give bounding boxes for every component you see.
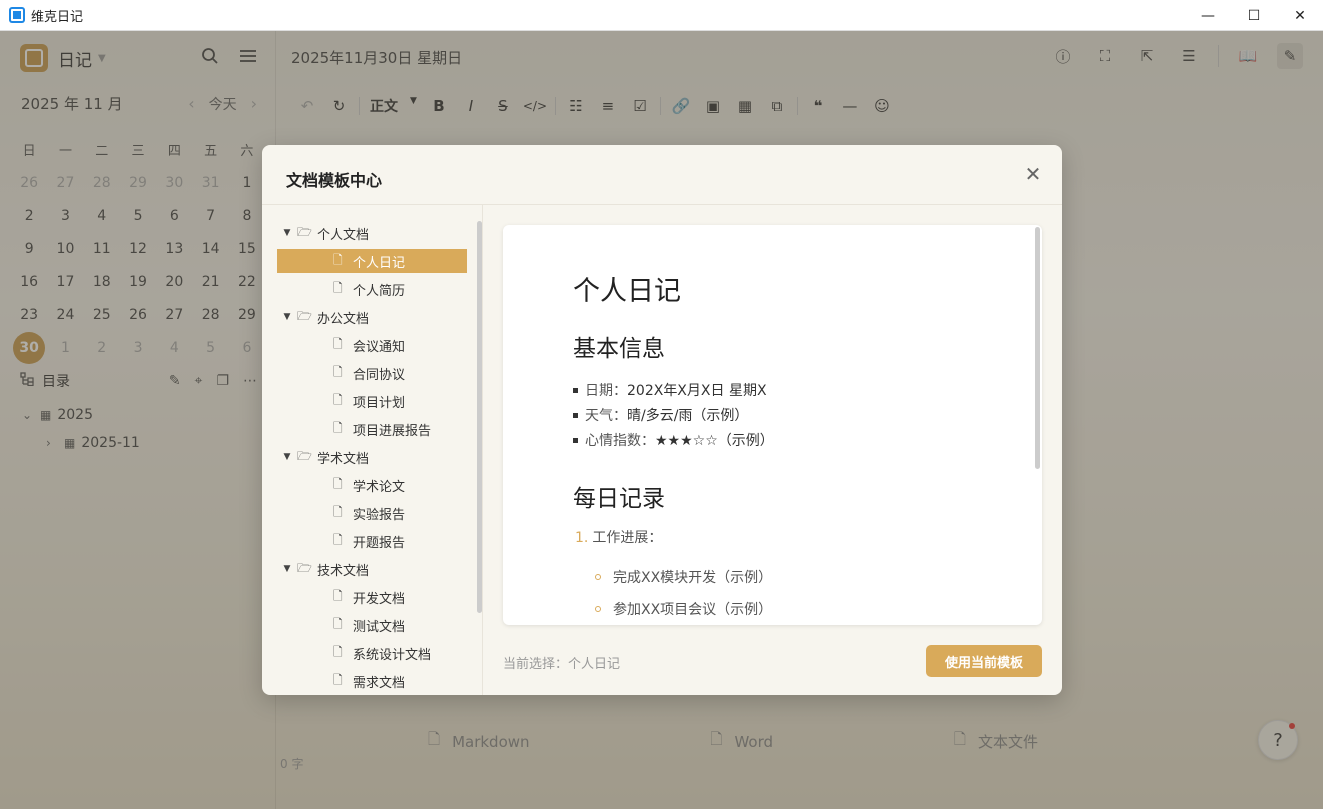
preview-section-heading: 每日记录 [573,486,665,512]
file-icon: 🗋 [333,280,343,295]
preview-item-label: 心情指数： [585,433,655,449]
preview-item-label: 天气： [585,408,627,424]
preview-title: 个人日记 [573,276,681,307]
ordered-number: 1. [575,530,589,546]
template-item-label: 合同协议 [353,367,406,383]
use-template-button[interactable]: 使用当前模板 [926,645,1042,677]
file-icon: 🗋 [333,672,343,687]
file-icon: 🗋 [333,336,343,351]
template-item-label: 开发文档 [353,591,406,607]
folder-open-icon: 🗁 [297,308,312,323]
circle-bullet-icon [595,574,601,580]
preview-sub-item: 参加XX项目会议（示例） [595,599,772,619]
preview-list-item: 心情指数： ★★★☆☆（示例） [573,430,774,450]
file-icon: 🗋 [333,644,343,659]
minimize-button[interactable]: — [1185,0,1231,31]
template-item-label: 系统设计文档 [353,647,432,663]
folder-open-icon: 🗁 [297,560,312,575]
file-icon: 🗋 [333,476,343,491]
template-item[interactable]: 🗋 实验报告 [277,501,467,525]
template-item-label: 测试文档 [353,619,406,635]
triangle-down-icon[interactable]: ▼ [277,228,297,238]
template-group-label: 个人文档 [317,227,370,243]
template-item[interactable]: 🗋 个人简历 [277,277,467,301]
template-group-label: 学术文档 [317,451,370,467]
selection-value: 个人日记 [568,657,621,672]
template-item[interactable]: 🗋 会议通知 [277,333,467,357]
preview-ordered-item: 1. 工作进展： [575,527,662,547]
template-item-label: 个人简历 [353,283,406,299]
preview-item-value: ★★★☆☆（示例） [655,433,774,449]
maximize-button[interactable]: ☐ [1231,0,1277,31]
template-item[interactable]: 🗋 测试文档 [277,613,467,637]
template-item[interactable]: 🗋 系统设计文档 [277,641,467,665]
close-window-button[interactable]: ✕ [1277,0,1323,31]
preview-item-value: 202X年X月X日 星期X [627,383,767,399]
preview-list-item: 日期： 202X年X月X日 星期X [573,380,767,400]
bullet-icon [573,387,578,393]
preview-item-value: 晴/多云/雨（示例） [627,408,749,424]
bullet-icon [573,412,578,418]
template-item[interactable]: 🗋 开发文档 [277,585,467,609]
file-icon: 🗋 [333,364,343,379]
dialog-title: 文档模板中心 [286,171,383,190]
file-icon: 🗋 [333,504,343,519]
template-group[interactable]: ▼ 🗁 个人文档 [277,221,467,245]
triangle-down-icon[interactable]: ▼ [277,452,297,462]
close-icon[interactable]: ✕ [1022,162,1044,186]
template-preview: 个人日记 基本信息 日期： 202X年X月X日 星期X 天气： 晴/多云/雨（示例）… [503,225,1042,625]
preview-item-label: 参加XX项目会议（示例） [613,602,773,618]
preview-section-heading: 基本信息 [573,336,665,362]
window-controls: — ☐ ✕ [1185,0,1323,31]
window-title: 维克日记 [31,9,84,25]
preview-item-label: 工作进展： [592,530,663,546]
template-item[interactable]: 🗋 合同协议 [277,361,467,385]
template-item[interactable]: 🗋 个人日记 [277,249,467,273]
window-titlebar: 维克日记 — ☐ ✕ [0,0,1323,31]
template-item[interactable]: 🗋 项目计划 [277,389,467,413]
file-icon: 🗋 [333,420,343,435]
template-group[interactable]: ▼ 🗁 技术文档 [277,557,467,581]
template-item-label: 实验报告 [353,507,406,523]
template-group[interactable]: ▼ 🗁 办公文档 [277,305,467,329]
template-item[interactable]: 🗋 项目进展报告 [277,417,467,441]
template-group[interactable]: ▼ 🗁 学术文档 [277,445,467,469]
template-item-label: 项目进展报告 [353,423,432,439]
template-tree: ▼ 🗁 个人文档 🗋 个人日记 🗋 个人简历 ▼ 🗁 办公文档 🗋 会议通知 🗋 合同协议 🗋 项目计划 🗋 项目… [262,205,483,695]
preview-item-label: 完成XX模块开发（示例） [613,570,773,586]
file-icon: 🗋 [333,252,343,267]
template-center-dialog: 文档模板中心 ✕ ▼ 🗁 个人文档 🗋 个人日记 🗋 个人简历 ▼ 🗁 办公文档 🗋 会议通知 🗋 合同协… [262,145,1062,695]
template-item-label: 学术论文 [353,479,406,495]
preview-list-item: 天气： 晴/多云/雨（示例） [573,405,748,425]
file-icon: 🗋 [333,616,343,631]
preview-sub-item: 完成XX模块开发（示例） [595,567,772,587]
file-icon: 🗋 [333,588,343,603]
template-item[interactable]: 🗋 开题报告 [277,529,467,553]
template-item[interactable]: 🗋 需求文档 [277,669,467,693]
folder-open-icon: 🗁 [297,448,312,463]
template-group-label: 办公文档 [317,311,370,327]
scrollbar[interactable] [1035,227,1040,469]
bullet-icon [573,437,578,443]
scrollbar[interactable] [477,221,482,613]
app-logo-icon [9,7,25,23]
circle-bullet-icon [595,606,601,612]
template-item-label: 个人日记 [353,255,406,271]
template-item-label: 开题报告 [353,535,406,551]
file-icon: 🗋 [333,532,343,547]
folder-open-icon: 🗁 [297,224,312,239]
current-selection: 当前选择：个人日记 [503,653,620,672]
triangle-down-icon[interactable]: ▼ [277,312,297,322]
template-item-label: 需求文档 [353,675,406,691]
file-icon: 🗋 [333,392,343,407]
preview-item-label: 日期： [585,383,627,399]
triangle-down-icon[interactable]: ▼ [277,564,297,574]
template-item-label: 会议通知 [353,339,406,355]
template-item[interactable]: 🗋 学术论文 [277,473,467,497]
template-group-label: 技术文档 [317,563,370,579]
selection-label: 当前选择： [503,657,569,672]
template-item-label: 项目计划 [353,395,406,411]
